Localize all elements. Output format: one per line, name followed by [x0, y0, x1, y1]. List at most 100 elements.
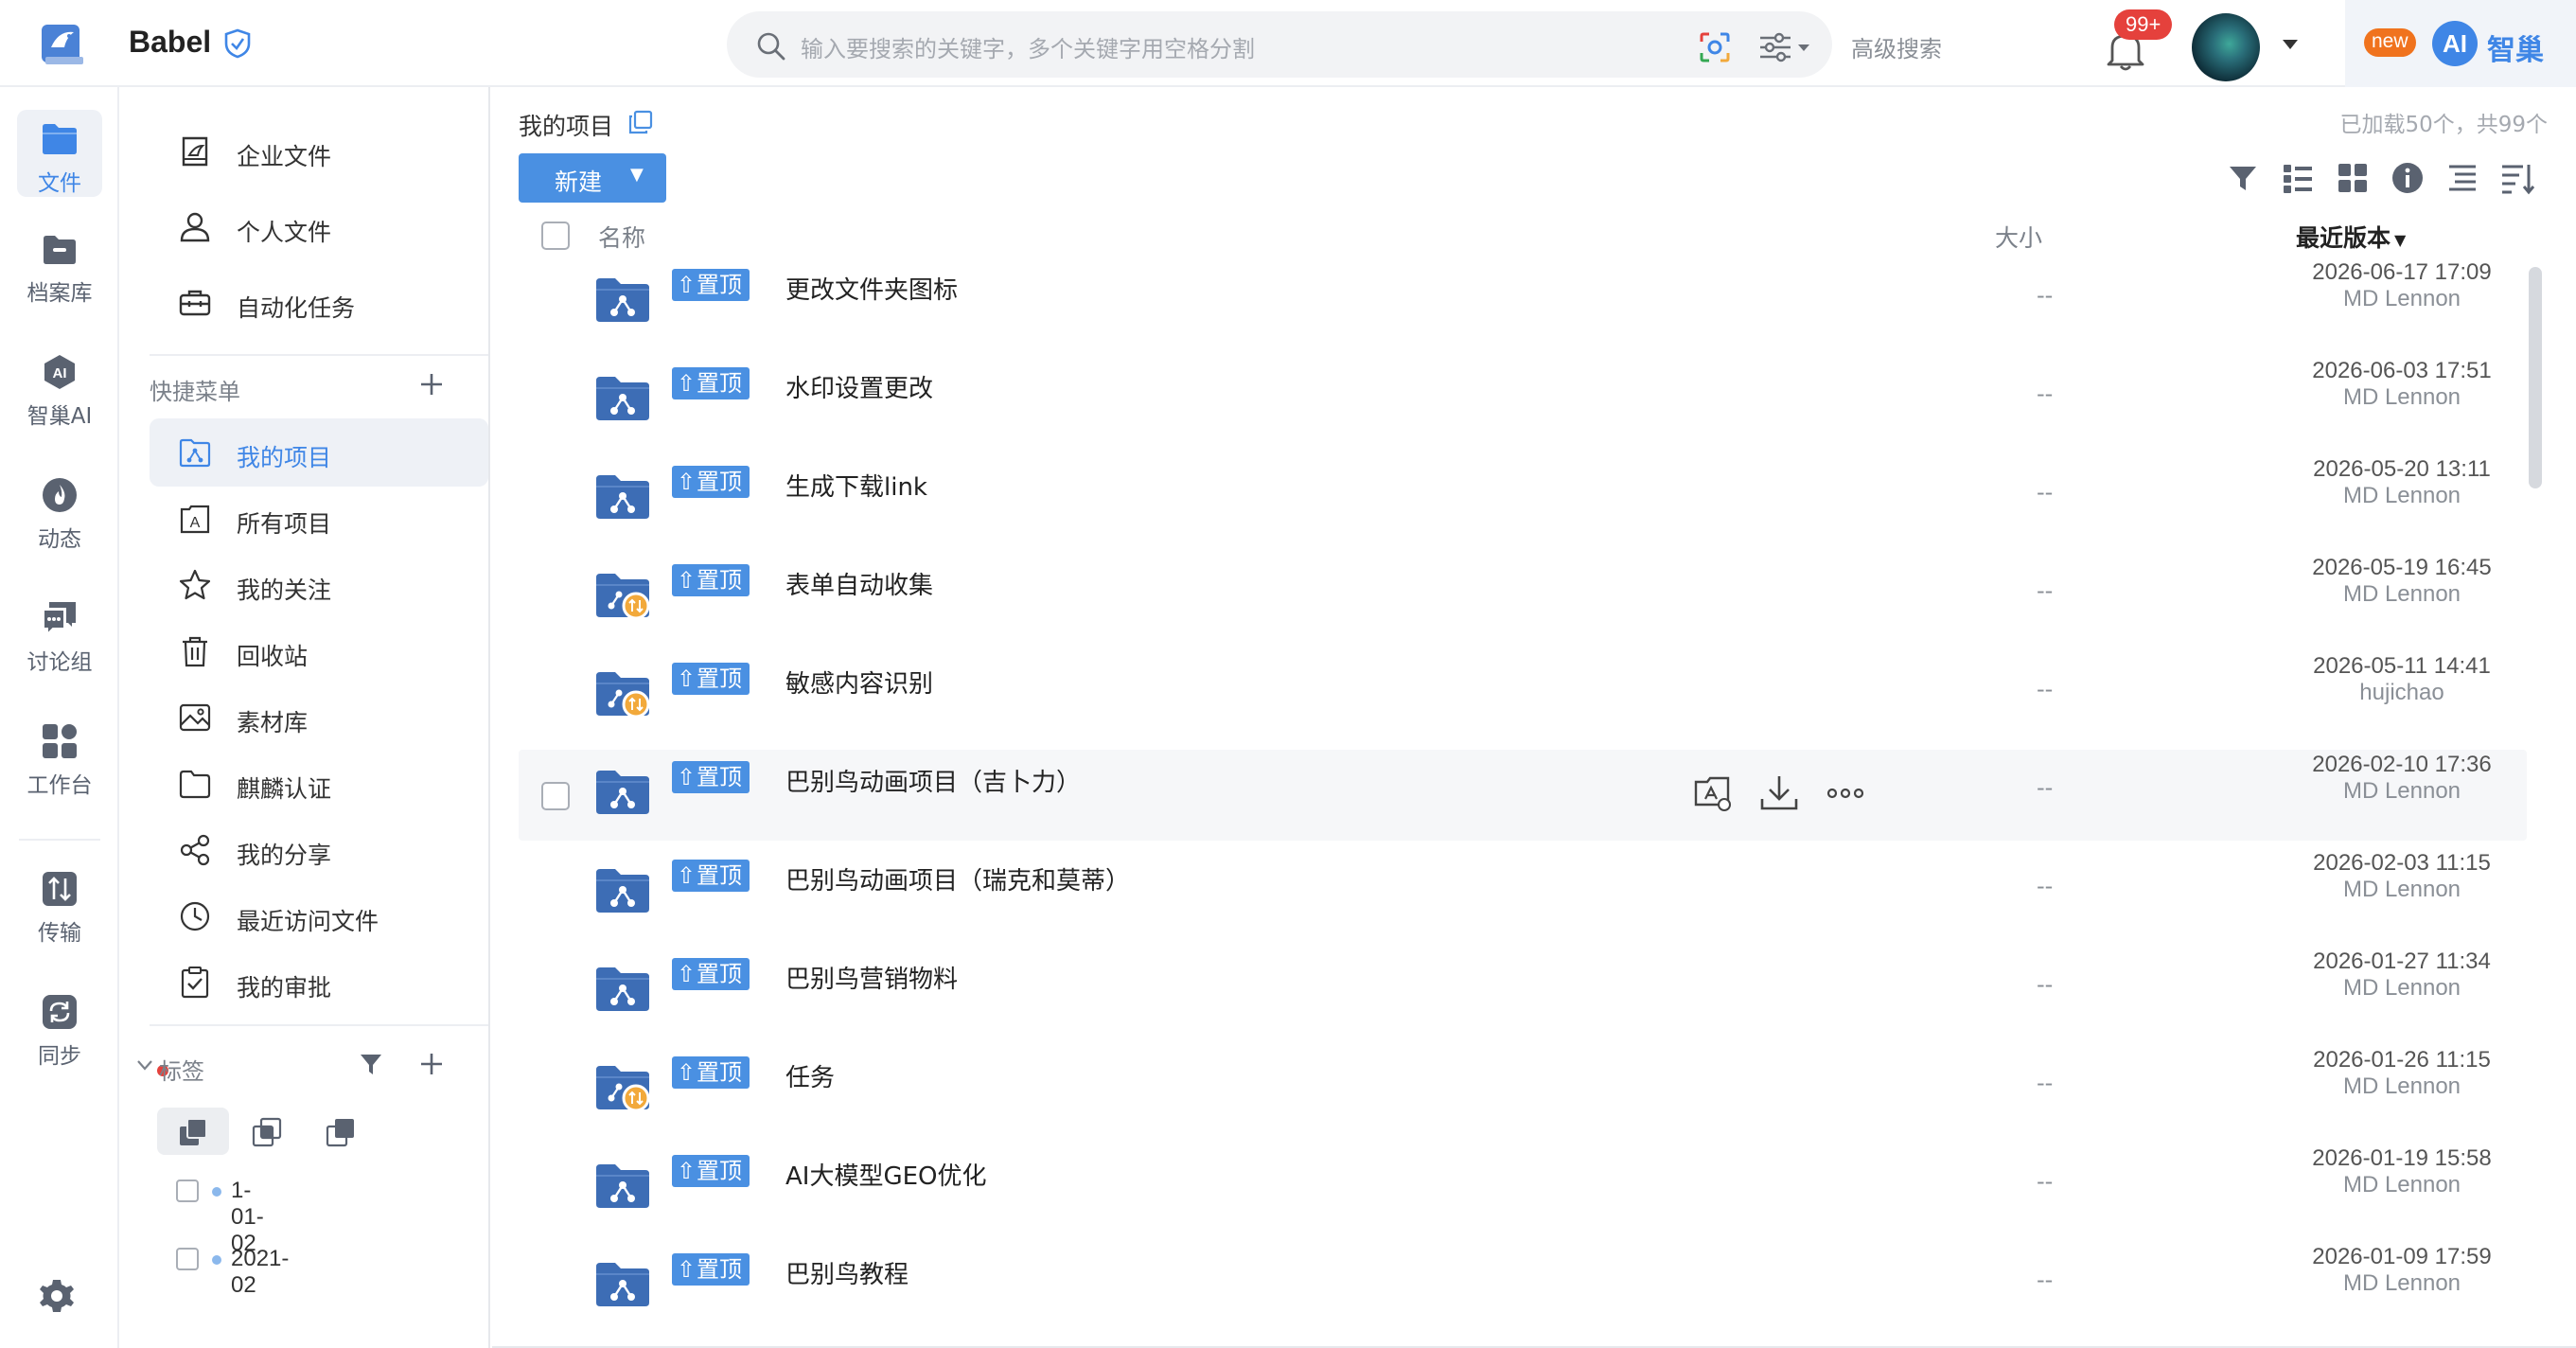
table-row[interactable]: ⇧置顶 敏感内容识别 -- 2026-05-11 14:41 hujichao — [519, 651, 2527, 742]
table-row[interactable]: ⇧置顶 巴别鸟营销物料 -- 2026-01-27 11:34 MD Lennon — [519, 947, 2527, 1038]
nav-item-kylin-cert[interactable]: 麒麟认证 — [150, 750, 488, 818]
info-icon[interactable] — [2389, 159, 2426, 197]
nav-item-recycle-bin[interactable]: 回收站 — [150, 617, 488, 685]
file-size: -- — [2037, 873, 2054, 899]
nav-item-asset-library[interactable]: 素材库 — [150, 683, 488, 752]
tags-collapse-chevron-icon[interactable] — [134, 1055, 155, 1075]
list-view-icon[interactable] — [2279, 159, 2317, 197]
add-quick-menu-plus-icon[interactable] — [418, 371, 445, 398]
svg-text:AI: AI — [53, 365, 67, 381]
file-name[interactable]: AI大模型GEO优化 — [785, 1157, 987, 1192]
file-name[interactable]: 水印设置更改 — [785, 369, 933, 404]
table-row[interactable]: ⇧置顶 AI大模型GEO优化 -- 2026-01-19 15:58 MD Lennon — [519, 1144, 2527, 1234]
rail-item-sync[interactable]: 同步 — [17, 983, 102, 1070]
user-avatar[interactable] — [2192, 13, 2260, 81]
table-row[interactable]: ⇧置顶 巴别鸟动画项目（吉卜力） -- 2026-02-10 17:36 MD Lenn… — [519, 750, 2527, 841]
project-folder-icon — [594, 1259, 651, 1308]
select-all-checkbox[interactable] — [541, 222, 570, 250]
ai-image-search-icon[interactable] — [1696, 28, 1734, 66]
search-filter-icon[interactable] — [1756, 30, 1813, 64]
breadcrumb[interactable]: 我的项目 — [519, 108, 613, 142]
rail-item-archive[interactable]: 档案库 — [17, 220, 102, 307]
file-name[interactable]: 巴别鸟动画项目（吉卜力） — [785, 763, 1081, 798]
version-user[interactable]: MD Lennon — [2203, 286, 2576, 312]
version-user[interactable]: MD Lennon — [2203, 778, 2576, 805]
project-manage-icon[interactable] — [1692, 772, 1734, 814]
tree-list-icon[interactable] — [2444, 159, 2481, 197]
tag-checkbox[interactable] — [176, 1180, 199, 1202]
nav-item-recent-files[interactable]: 最近访问文件 — [150, 882, 488, 950]
search-bar[interactable]: 输入要搜索的关键字，多个关键字用空格分割 — [727, 11, 1832, 78]
table-row[interactable]: ⇧置顶 水印设置更改 -- 2026-06-03 17:51 MD Lennon — [519, 356, 2527, 447]
chevron-down-icon[interactable] — [2281, 38, 2300, 51]
svg-text:A: A — [190, 515, 201, 531]
tag-mode-exclude[interactable] — [305, 1108, 377, 1155]
settings-gear-icon[interactable] — [36, 1276, 78, 1318]
tag-mode-union[interactable] — [157, 1108, 229, 1155]
tag-checkbox[interactable] — [176, 1248, 199, 1270]
file-name[interactable]: 生成下载link — [785, 468, 927, 503]
table-row[interactable]: ⇧置顶 生成下载link -- 2026-05-20 13:11 MD Lennon — [519, 454, 2527, 545]
pinned-badge: ⇧置顶 — [672, 1253, 750, 1286]
nav-item-personal-files[interactable]: 个人文件 — [150, 193, 488, 261]
column-header-size[interactable]: 大小 — [1995, 220, 2042, 254]
table-row[interactable]: ⇧置顶 巴别鸟动画项目（瑞克和莫蒂） -- 2026-02-03 11:15 MD Le… — [519, 848, 2527, 939]
download-icon[interactable] — [1758, 772, 1800, 814]
tag-filter-icon[interactable] — [358, 1051, 384, 1077]
file-name[interactable]: 巴别鸟营销物料 — [785, 960, 958, 995]
version-user[interactable]: MD Lennon — [2203, 483, 2576, 509]
share-icon — [180, 834, 210, 866]
new-button[interactable]: 新建 ▼ — [519, 153, 666, 203]
table-row[interactable]: ⇧置顶 表单自动收集 -- 2026-05-19 16:45 MD Lennon — [519, 553, 2527, 644]
nav-item-my-projects[interactable]: 我的项目 — [150, 418, 488, 487]
table-row[interactable]: ⇧置顶 任务 -- 2026-01-26 11:15 MD Lennon — [519, 1045, 2527, 1136]
grid-view-icon[interactable] — [2334, 159, 2372, 197]
nav-item-my-approvals[interactable]: 我的审批 — [150, 949, 488, 1017]
nav-item-automation[interactable]: 自动化任务 — [150, 269, 488, 337]
file-name[interactable]: 巴别鸟动画项目（瑞克和莫蒂） — [785, 861, 1130, 896]
chat-icon — [43, 602, 76, 637]
copy-path-icon[interactable] — [626, 108, 655, 136]
app-logo-icon[interactable] — [38, 19, 87, 68]
version-user[interactable]: hujichao — [2203, 680, 2576, 706]
tag-mode-intersect[interactable] — [231, 1108, 303, 1155]
file-name[interactable]: 更改文件夹图标 — [785, 271, 958, 306]
add-tag-plus-icon[interactable] — [418, 1051, 445, 1077]
file-name[interactable]: 表单自动收集 — [785, 566, 933, 601]
version-user[interactable]: MD Lennon — [2203, 975, 2576, 1002]
row-checkbox[interactable] — [541, 782, 570, 810]
rail-item-workbench[interactable]: 工作台 — [17, 712, 102, 799]
file-name[interactable]: 敏感内容识别 — [785, 665, 933, 700]
nav-item-favorites[interactable]: 我的关注 — [150, 551, 488, 619]
ai-assistant-entry[interactable]: new AI 智巢 — [2345, 0, 2576, 87]
rail-item-transfer[interactable]: 传输 — [17, 860, 102, 947]
version-user[interactable]: MD Lennon — [2203, 581, 2576, 608]
app-window: Babel 输入要搜索的关键字，多个关键字用空格分割 高级搜索 99+ new … — [0, 0, 2576, 1348]
nav-divider — [150, 354, 488, 356]
nav-item-enterprise-files[interactable]: 企业文件 — [150, 117, 488, 186]
column-header-name[interactable]: 名称 — [598, 220, 645, 254]
more-options-icon[interactable] — [1825, 772, 1866, 814]
version-user[interactable]: MD Lennon — [2203, 1172, 2576, 1198]
nav-item-all-projects[interactable]: A 所有项目 — [150, 485, 488, 553]
version-user[interactable]: MD Lennon — [2203, 1270, 2576, 1297]
rail-item-ai[interactable]: AI 智巢AI — [17, 343, 102, 430]
column-header-version[interactable]: 最近版本 ▼ — [2296, 220, 2406, 254]
scrollbar-thumb[interactable] — [2529, 267, 2542, 488]
version-user[interactable]: MD Lennon — [2203, 1073, 2576, 1100]
table-row[interactable]: ⇧置顶 更改文件夹图标 -- 2026-06-17 17:09 MD Lennon — [519, 257, 2527, 348]
rail-item-files[interactable]: 文件 — [17, 110, 102, 197]
sort-icon[interactable] — [2498, 159, 2536, 197]
version-user[interactable]: MD Lennon — [2203, 877, 2576, 903]
search-input[interactable]: 输入要搜索的关键字，多个关键字用空格分割 — [801, 30, 1255, 63]
filter-icon[interactable] — [2224, 159, 2262, 197]
table-row[interactable]: ⇧置顶 巴别鸟教程 -- 2026-01-09 17:59 MD Lennon — [519, 1242, 2527, 1333]
nav-item-my-shares[interactable]: 我的分享 — [150, 816, 488, 884]
version-user[interactable]: MD Lennon — [2203, 384, 2576, 411]
rail-item-activity[interactable]: 动态 — [17, 466, 102, 553]
file-name[interactable]: 巴别鸟教程 — [785, 1255, 909, 1290]
pinned-label: 置顶 — [697, 862, 742, 889]
advanced-search-link[interactable]: 高级搜索 — [1851, 30, 1942, 63]
file-name[interactable]: 任务 — [785, 1058, 835, 1093]
rail-item-discussion[interactable]: 讨论组 — [17, 589, 102, 676]
